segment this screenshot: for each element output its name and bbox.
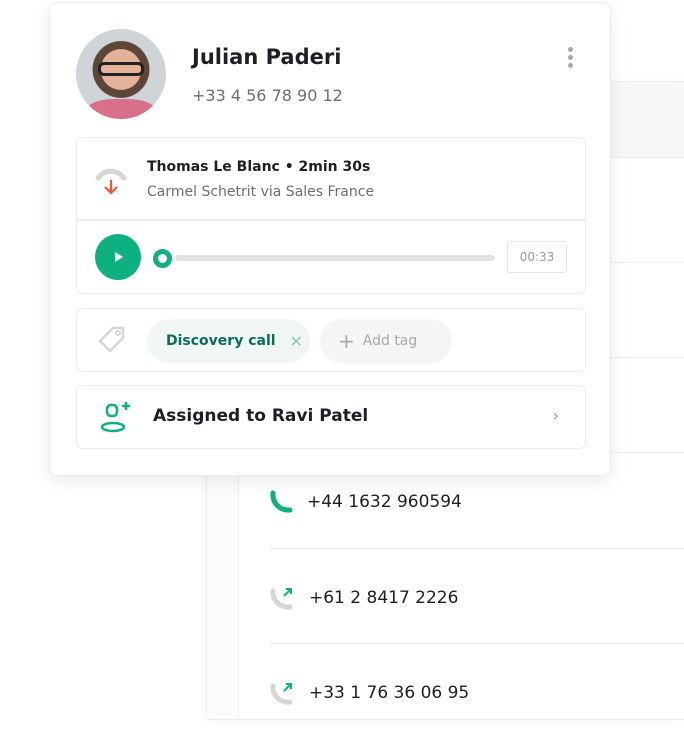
assign-user-icon bbox=[100, 402, 130, 433]
chevron-right-icon: › bbox=[552, 406, 559, 425]
call-title: Thomas Le Blanc • 2min 30s bbox=[147, 159, 371, 175]
audio-progress-track[interactable] bbox=[175, 255, 495, 261]
divider bbox=[269, 548, 684, 549]
tag-label: Discovery call bbox=[166, 333, 276, 349]
add-tag-label: Add tag bbox=[362, 333, 418, 349]
list-item[interactable]: +33 1 76 36 06 95 bbox=[269, 680, 469, 706]
play-button[interactable] bbox=[95, 234, 141, 280]
audio-time: 00:33 bbox=[507, 241, 567, 273]
contact-card: Julian Paderi +33 4 56 78 90 12 Thomas L… bbox=[49, 2, 611, 476]
list-item[interactable]: +44 1632 960594 bbox=[269, 490, 462, 514]
divider bbox=[269, 643, 684, 644]
incoming-call-icon bbox=[95, 168, 127, 195]
phone-number: +44 1632 960594 bbox=[307, 492, 462, 512]
plus-icon: + bbox=[338, 329, 355, 353]
assignment-label: Assigned to Ravi Patel bbox=[153, 406, 369, 426]
assignment-row[interactable]: Assigned to Ravi Patel › bbox=[76, 385, 586, 449]
audio-scrubber-handle[interactable] bbox=[153, 249, 172, 268]
outgoing-call-icon bbox=[270, 683, 293, 705]
call-subtitle: Carmel Schetrit via Sales France bbox=[147, 184, 375, 200]
contact-phone: +33 4 56 78 90 12 bbox=[192, 86, 343, 105]
avatar bbox=[76, 29, 166, 119]
remove-tag-icon[interactable]: ✕ bbox=[290, 332, 303, 351]
call-details: Thomas Le Blanc • 2min 30s Carmel Schetr… bbox=[76, 137, 586, 294]
contact-name: Julian Paderi bbox=[192, 45, 342, 69]
tag-chip[interactable]: Discovery call ✕ bbox=[147, 319, 310, 363]
list-item[interactable]: +61 2 8417 2226 bbox=[269, 585, 458, 611]
phone-icon bbox=[270, 490, 293, 513]
divider bbox=[77, 219, 585, 221]
tag-icon bbox=[98, 326, 125, 353]
phone-number: +61 2 8417 2226 bbox=[309, 588, 459, 608]
outgoing-call-icon bbox=[270, 588, 293, 610]
more-options-icon[interactable] bbox=[566, 47, 574, 68]
phone-number: +33 1 76 36 06 95 bbox=[309, 683, 470, 703]
add-tag-button[interactable]: + Add tag bbox=[320, 319, 452, 363]
tags-section: Discovery call ✕ + Add tag bbox=[76, 308, 586, 372]
